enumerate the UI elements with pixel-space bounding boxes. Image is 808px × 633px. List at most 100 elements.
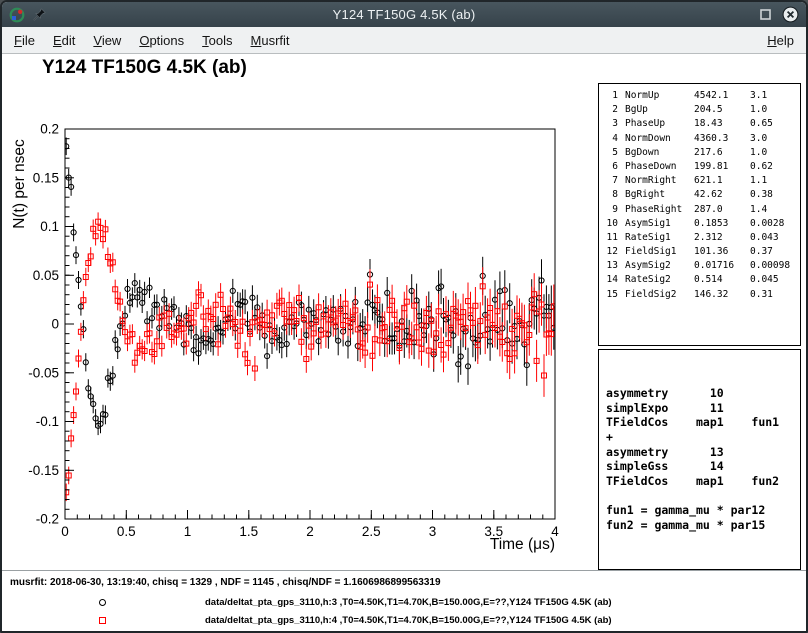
parameter-row: 7NormRight621.11.1 [601,174,798,188]
param-num: 14 [601,273,618,287]
svg-text:0.05: 0.05 [33,268,59,283]
maximize-button[interactable] [759,8,772,21]
param-value: 621.1 [694,174,750,188]
param-error: 1.4 [750,203,798,217]
parameter-row: 8BgRight42.620.38 [601,188,798,202]
param-error: 0.045 [750,273,798,287]
parameter-row: 4NormDown4360.33.0 [601,132,798,146]
param-num: 6 [601,160,618,174]
param-num: 10 [601,217,618,231]
param-value: 217.6 [694,146,750,160]
param-value: 0.514 [694,273,750,287]
param-name: NormUp [625,89,694,103]
parameter-table: 1NormUp4542.13.12BgUp204.51.03PhaseUp18.… [598,83,801,346]
menu-item-view[interactable]: View [84,29,130,52]
svg-text:-0.05: -0.05 [28,365,59,380]
param-value: 199.81 [694,160,750,174]
parameter-row: 11RateSig12.3120.043 [601,231,798,245]
param-value: 4542.1 [694,89,750,103]
svg-text:0.15: 0.15 [33,170,59,185]
menu-item-edit[interactable]: Edit [44,29,84,52]
parameter-row: 12FieldSig1101.360.37 [601,245,798,259]
svg-text:0: 0 [51,317,59,332]
param-value: 18.43 [694,117,750,131]
param-name: BgUp [625,103,694,117]
param-error: 3.0 [750,132,798,146]
svg-text:0.1: 0.1 [40,219,59,234]
param-error: 0.62 [750,160,798,174]
param-name: NormRight [625,174,694,188]
svg-text:-0.15: -0.15 [28,463,59,478]
legend-row: data/deltat_pta_gps_3110,h:3 ,T0=4.50K,T… [2,595,806,611]
app-icon [9,7,25,23]
parameter-row: 2 BgUp204.51.0 [601,103,798,117]
param-name: NormDown [625,132,694,146]
svg-text:1.5: 1.5 [239,524,258,539]
menu-item-file[interactable]: File [5,29,44,52]
param-error: 0.00098 [750,259,798,273]
param-error: 0.38 [750,188,798,202]
param-name: PhaseUp [625,117,694,131]
param-value: 0.1853 [694,217,750,231]
musrview-window: Y124 TF150G 4.5K (ab) FileEditViewOption… [0,0,808,633]
menu-item-tools[interactable]: Tools [193,29,241,52]
param-error: 3.1 [750,89,798,103]
param-num: 5 [601,146,618,160]
legend-marker-square [99,617,106,624]
param-name: BgRight [625,188,694,202]
param-num: 11 [601,231,618,245]
close-button[interactable] [782,6,799,23]
menu-right-group: Help [758,33,803,48]
fit-status-line: musrfit: 2018-06-30, 13:19:40, chisq = 1… [10,577,441,588]
svg-text:-0.1: -0.1 [36,414,59,429]
parameter-row: 10AsymSig10.18530.0028 [601,217,798,231]
param-num: 3 [601,117,618,131]
param-num: 9 [601,203,618,217]
legend-row: data/deltat_pta_gps_3110,h:4 ,T0=4.50K,T… [2,613,806,629]
theory-box: asymmetry 10 simplExpo 11 TFieldCos map1… [598,349,801,570]
legend-marker-circle [99,599,106,606]
window-title: Y124 TF150G 4.5K (ab) [82,7,726,22]
parameter-row: 5BgDown217.61.0 [601,146,798,160]
plot-canvas[interactable]: 00.511.522.533.54-0.2-0.15-0.1-0.0500.05… [2,54,602,570]
menu-item-options[interactable]: Options [130,29,193,52]
titlebar[interactable]: Y124 TF150G 4.5K (ab) [2,2,806,27]
param-num: 2 [601,103,618,117]
param-error: 0.043 [750,231,798,245]
param-error: 0.65 [750,117,798,131]
param-name: AsymSig2 [625,259,694,273]
plot-title: Y124 TF150G 4.5K (ab) [42,57,247,79]
menu-left-group: FileEditViewOptionsToolsMusrfit [5,33,299,48]
parameter-row: 6 PhaseDown199.810.62 [601,160,798,174]
parameter-row: 3 PhaseUp18.430.65 [601,117,798,131]
svg-text:2.5: 2.5 [362,524,381,539]
param-num: 8 [601,188,618,202]
param-name: FieldSig1 [625,245,694,259]
param-error: 0.37 [750,245,798,259]
param-name: PhaseRight [625,203,694,217]
param-value: 204.5 [694,103,750,117]
menu-item-help[interactable]: Help [758,29,803,52]
param-name: PhaseDown [625,160,694,174]
parameter-row: 13AsymSig20.017160.00098 [601,259,798,273]
param-error: 0.31 [750,288,798,302]
param-value: 146.32 [694,288,750,302]
param-num: 12 [601,245,618,259]
param-name: RateSig2 [625,273,694,287]
svg-text:0: 0 [61,524,69,539]
y-axis-title: N(t) per nsec [11,139,28,229]
parameter-rows: 1NormUp4542.13.12BgUp204.51.03PhaseUp18.… [601,89,798,302]
param-value: 2.312 [694,231,750,245]
param-name: BgDown [625,146,694,160]
canvas-area: 00.511.522.533.54-0.2-0.15-0.1-0.0500.05… [2,54,806,570]
info-pad: musrfit: 2018-06-30, 13:19:40, chisq = 1… [2,570,806,631]
param-error: 1.0 [750,103,798,117]
param-value: 287.0 [694,203,750,217]
svg-text:0.2: 0.2 [40,122,59,137]
legend-label: data/deltat_pta_gps_3110,h:4 ,T0=4.50K,T… [205,615,612,626]
x-axis-title: Time (μs) [490,536,555,553]
pushpin-icon[interactable] [33,8,46,21]
menu-item-musrfit[interactable]: Musrfit [242,29,299,52]
svg-text:3: 3 [429,524,437,539]
param-value: 0.01716 [694,259,750,273]
